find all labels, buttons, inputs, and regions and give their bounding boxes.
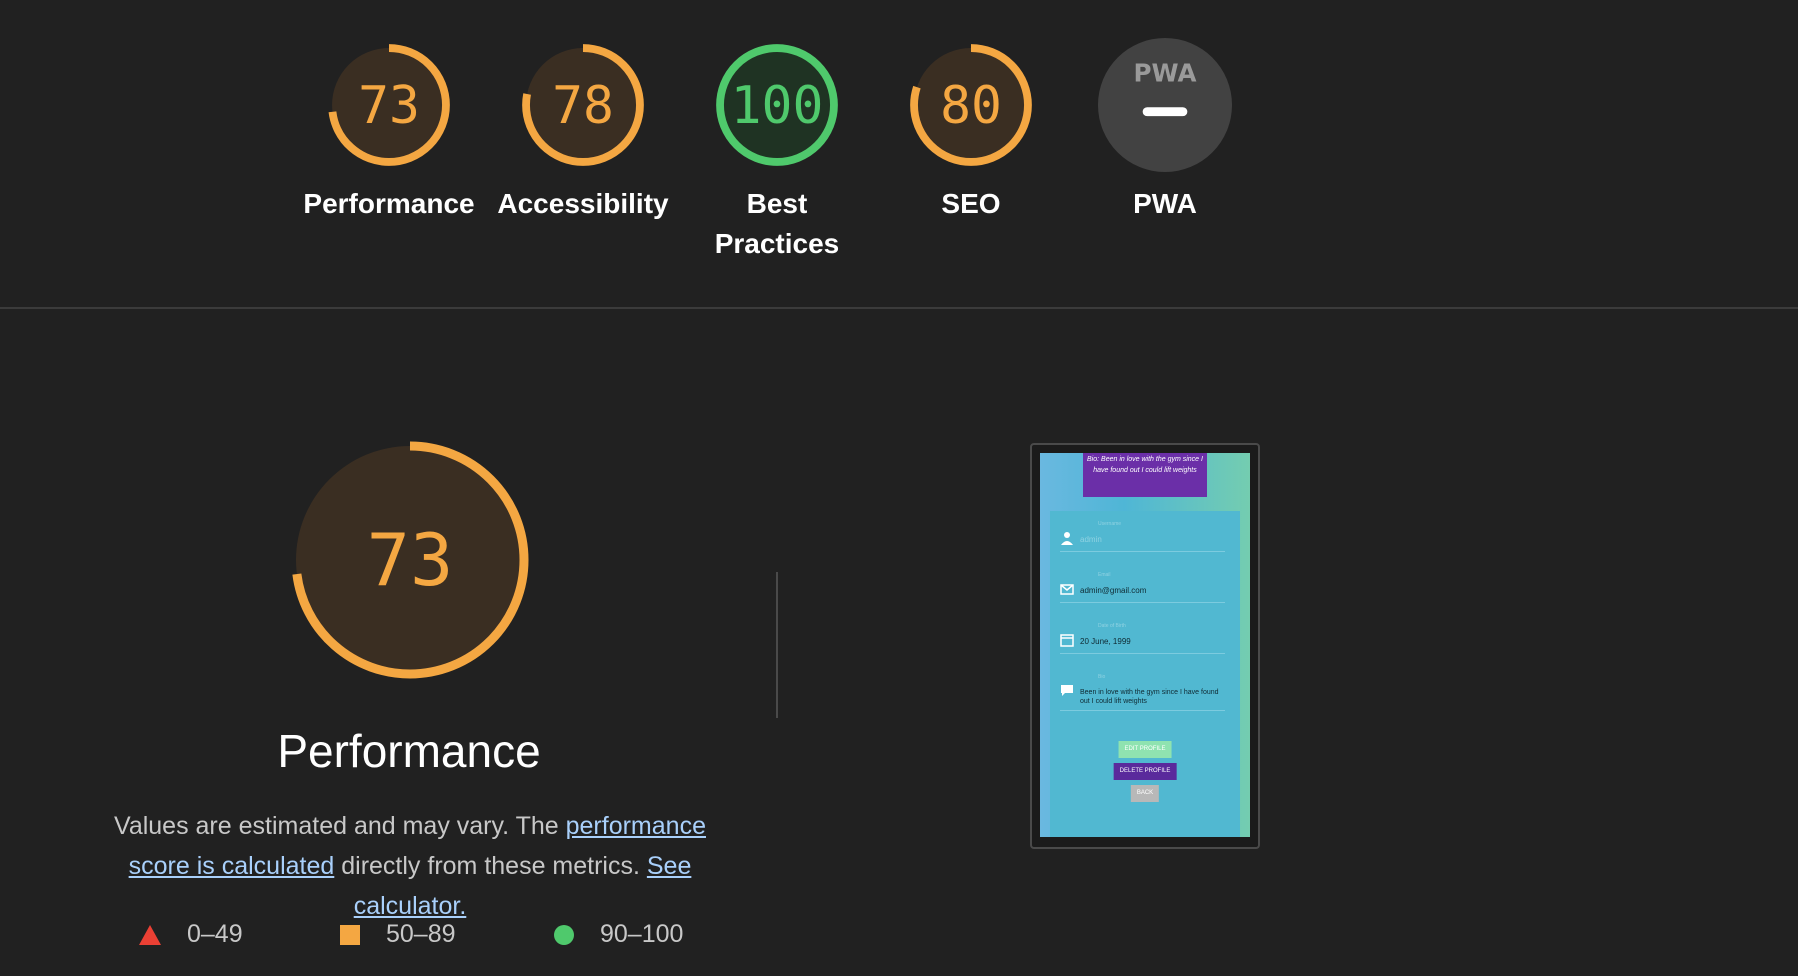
field-label: Date of Birth (1098, 623, 1126, 629)
performance-description: Values are estimated and may vary. The p… (80, 806, 740, 926)
performance-score: 73 (367, 518, 454, 602)
pwa-badge-text: PWA (1134, 59, 1197, 88)
profile-card: Username admin Email admin@gmail.com Dat… (1050, 511, 1240, 837)
accessibility-gauge-ring: 78 (522, 44, 644, 166)
gauge-seo[interactable]: 80 SEO (881, 38, 1061, 224)
mail-icon (1060, 584, 1074, 595)
button-label: DELETE PROFILE (1119, 768, 1171, 774)
description-text: directly from these metrics. (334, 852, 647, 880)
legend-average: 50–89 (340, 920, 456, 949)
legend-fail: 0–49 (139, 920, 243, 949)
field-label: Bio (1098, 674, 1106, 680)
delete-profile-button[interactable]: DELETE PROFILE (1113, 763, 1177, 780)
field-value: admin@gmail.com (1080, 586, 1147, 595)
email-field: Email admin@gmail.com (1060, 572, 1225, 603)
button-label: EDIT PROFILE (1124, 746, 1166, 752)
field-label: Username (1098, 521, 1122, 527)
triangle-icon (139, 924, 161, 945)
section-divider (0, 307, 1798, 309)
square-icon (340, 924, 360, 945)
gauge-label: PWA (1133, 188, 1197, 219)
gauge-label: Accessibility (497, 188, 669, 219)
final-screenshot[interactable]: Bio: Been in love with the gym since I h… (1030, 443, 1260, 849)
pwa-badge-icon: PWA (1098, 38, 1232, 172)
legend-pass: 90–100 (554, 920, 683, 949)
performance-gauge-ring: 73 (328, 44, 450, 166)
gauge-score: 73 (358, 76, 420, 136)
screenshot-page: Bio: Been in love with the gym since I h… (1040, 453, 1250, 837)
gauge-accessibility[interactable]: 78 Accessibility (493, 38, 673, 224)
edit-profile-button[interactable]: EDIT PROFILE (1118, 741, 1172, 758)
button-label: BACK (1136, 790, 1154, 796)
gauge-label: Best Practices (714, 188, 840, 259)
legend-range: 50–89 (386, 920, 456, 948)
field-value: Been in love with the gym since I have f… (1080, 689, 1219, 705)
gauge-score: 80 (940, 76, 1002, 136)
seo-gauge-ring: 80 (910, 44, 1032, 166)
gauge-pwa[interactable]: PWA PWA (1075, 38, 1255, 224)
calendar-icon (1060, 634, 1074, 647)
best-practices-gauge-ring: 100 (716, 44, 838, 166)
field-value: 20 June, 1999 (1080, 637, 1131, 646)
gauge-label: Performance (303, 188, 475, 219)
comment-icon (1061, 685, 1073, 696)
bio-field: Bio Been in love with the gym since I ha… (1060, 674, 1225, 711)
gauge-performance[interactable]: 73 Performance (299, 38, 479, 224)
user-icon (1061, 532, 1073, 545)
dob-field: Date of Birth 20 June, 1999 (1060, 623, 1225, 654)
performance-title: Performance (277, 725, 541, 777)
gauge-score: 78 (552, 76, 614, 136)
legend-range: 90–100 (600, 920, 684, 948)
performance-big-gauge: 73 (283, 433, 537, 687)
category-gauges: 73 Performance 78 Accessibility 100 Best… (0, 0, 1798, 308)
back-button[interactable]: BACK (1130, 785, 1160, 802)
legend-range: 0–49 (187, 920, 243, 948)
performance-big-gauge-ring: 73 (291, 441, 529, 679)
gauge-label: SEO (941, 188, 1001, 219)
username-field: Username admin (1060, 521, 1225, 552)
gauge-best-practices[interactable]: 100 Best Practices (687, 38, 867, 264)
gauge-score: 100 (731, 76, 824, 136)
bio-banner: Bio: Been in love with the gym since I h… (1083, 453, 1207, 497)
field-label: Email (1098, 572, 1111, 578)
lighthouse-report: 73 Performance 78 Accessibility 100 Best… (0, 0, 1798, 976)
field-value: admin (1080, 535, 1102, 544)
description-text: Values are estimated and may vary. The (114, 812, 566, 840)
circle-icon (554, 924, 574, 945)
vertical-divider (776, 572, 778, 718)
